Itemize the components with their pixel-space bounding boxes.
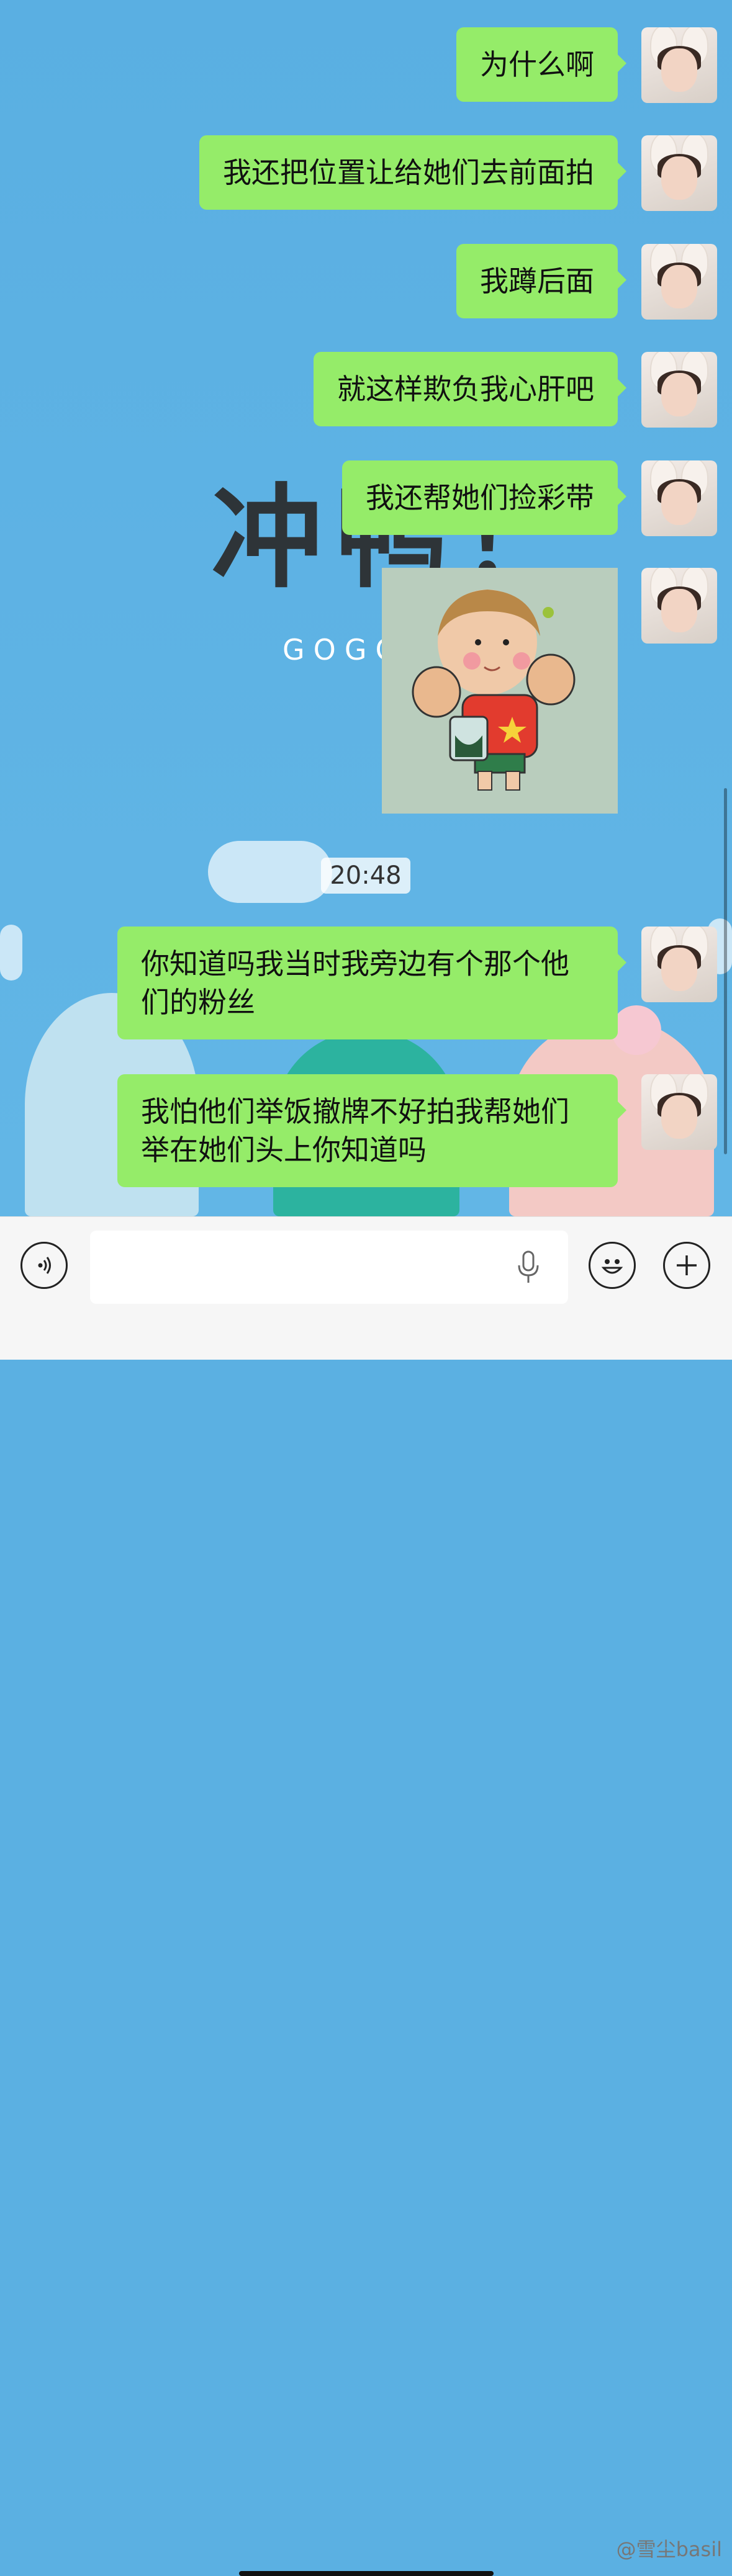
message-bubble[interactable]: 我蹲后面 <box>456 244 626 318</box>
input-bar: @雪尘basil <box>0 1216 732 2576</box>
message-row: 我还把位置让给她们去前面拍 <box>199 135 717 211</box>
chat-area[interactable]: 冲鸭！ GOGO 为什么啊 我还把位置让给她们去前面拍 我蹲后面 就这样欺负我心… <box>0 0 732 1216</box>
wallpaper-cloud <box>0 925 22 981</box>
avatar[interactable] <box>641 460 717 536</box>
message-input[interactable] <box>90 1231 568 1304</box>
plus-icon <box>677 1255 697 1275</box>
voice-toggle-button[interactable] <box>20 1242 68 1289</box>
sticker-image[interactable] <box>382 568 618 814</box>
avatar[interactable] <box>641 568 717 644</box>
avatar[interactable] <box>641 1074 717 1150</box>
message-bubble[interactable]: 我还帮她们捡彩带 <box>342 460 626 535</box>
avatar[interactable] <box>641 27 717 103</box>
more-options-button[interactable] <box>663 1242 710 1289</box>
avatar[interactable] <box>641 244 717 320</box>
message-bubble[interactable]: 我怕他们举饭撤牌不好拍我帮她们举在她们头上你知道吗 <box>117 1074 626 1187</box>
avatar[interactable] <box>641 352 717 428</box>
watermark: @雪尘basil <box>616 2538 722 2561</box>
message-row: 为什么啊 <box>456 27 717 103</box>
microphone-icon[interactable] <box>516 1250 541 1285</box>
avatar[interactable] <box>641 927 717 1002</box>
message-row <box>382 568 717 814</box>
home-indicator[interactable] <box>239 2571 494 2576</box>
message-row: 我蹲后面 <box>456 244 717 320</box>
emoji-button[interactable] <box>589 1242 636 1289</box>
wallpaper-cloud <box>208 841 332 903</box>
message-timestamp: 20:48 <box>321 858 410 894</box>
avatar[interactable] <box>641 135 717 211</box>
voice-toggle-icon <box>38 1257 51 1274</box>
scrollbar[interactable] <box>724 788 727 1154</box>
message-bubble[interactable]: 为什么啊 <box>456 27 626 102</box>
message-row: 你知道吗我当时我旁边有个那个他们的粉丝 <box>117 927 717 1039</box>
baby-sticker-illustration <box>412 590 576 791</box>
message-row: 就这样欺负我心肝吧 <box>314 352 717 428</box>
message-bubble[interactable]: 就这样欺负我心肝吧 <box>314 352 626 426</box>
emoji-icon <box>601 1259 623 1274</box>
message-bubble[interactable]: 我还把位置让给她们去前面拍 <box>199 135 626 210</box>
message-row: 我还帮她们捡彩带 <box>342 460 717 536</box>
message-row: 我怕他们举饭撤牌不好拍我帮她们举在她们头上你知道吗 <box>117 1074 717 1187</box>
message-bubble[interactable]: 你知道吗我当时我旁边有个那个他们的粉丝 <box>117 927 626 1039</box>
